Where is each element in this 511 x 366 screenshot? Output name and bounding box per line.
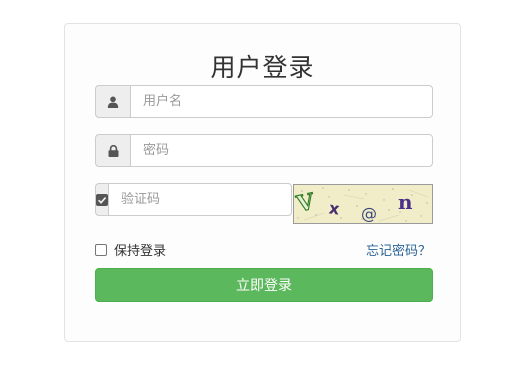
- captcha-char-3: @: [361, 204, 377, 223]
- captcha-char-4: n: [398, 190, 413, 214]
- captcha-graphic: V x @ n: [294, 185, 432, 223]
- checkbox-icon: [96, 193, 108, 206]
- remember-label: 保持登录: [114, 244, 167, 259]
- checkbox-addon: [95, 183, 108, 216]
- password-group: [95, 134, 433, 167]
- login-panel: 用户登录 用户名 验证码 V x @ n 保持登录 忘记密码？ 立即登录: [64, 23, 461, 342]
- remember-me[interactable]: 保持登录: [95, 240, 166, 259]
- login-button[interactable]: 立即登录: [95, 268, 433, 302]
- captcha-input[interactable]: [108, 183, 292, 216]
- user-icon: [107, 96, 119, 108]
- username-group: [95, 85, 433, 118]
- user-addon: [95, 85, 130, 118]
- password-input[interactable]: [130, 134, 433, 167]
- login-title: 用户登录: [210, 53, 315, 82]
- username-input[interactable]: [130, 85, 433, 118]
- lock-addon: [95, 134, 130, 167]
- lock-icon: [108, 144, 118, 157]
- forgot-password-link[interactable]: 忘记密码？: [366, 240, 431, 259]
- remember-checkbox[interactable]: [95, 243, 107, 256]
- captcha-group: [95, 183, 292, 216]
- captcha-image[interactable]: V x @ n: [293, 184, 433, 224]
